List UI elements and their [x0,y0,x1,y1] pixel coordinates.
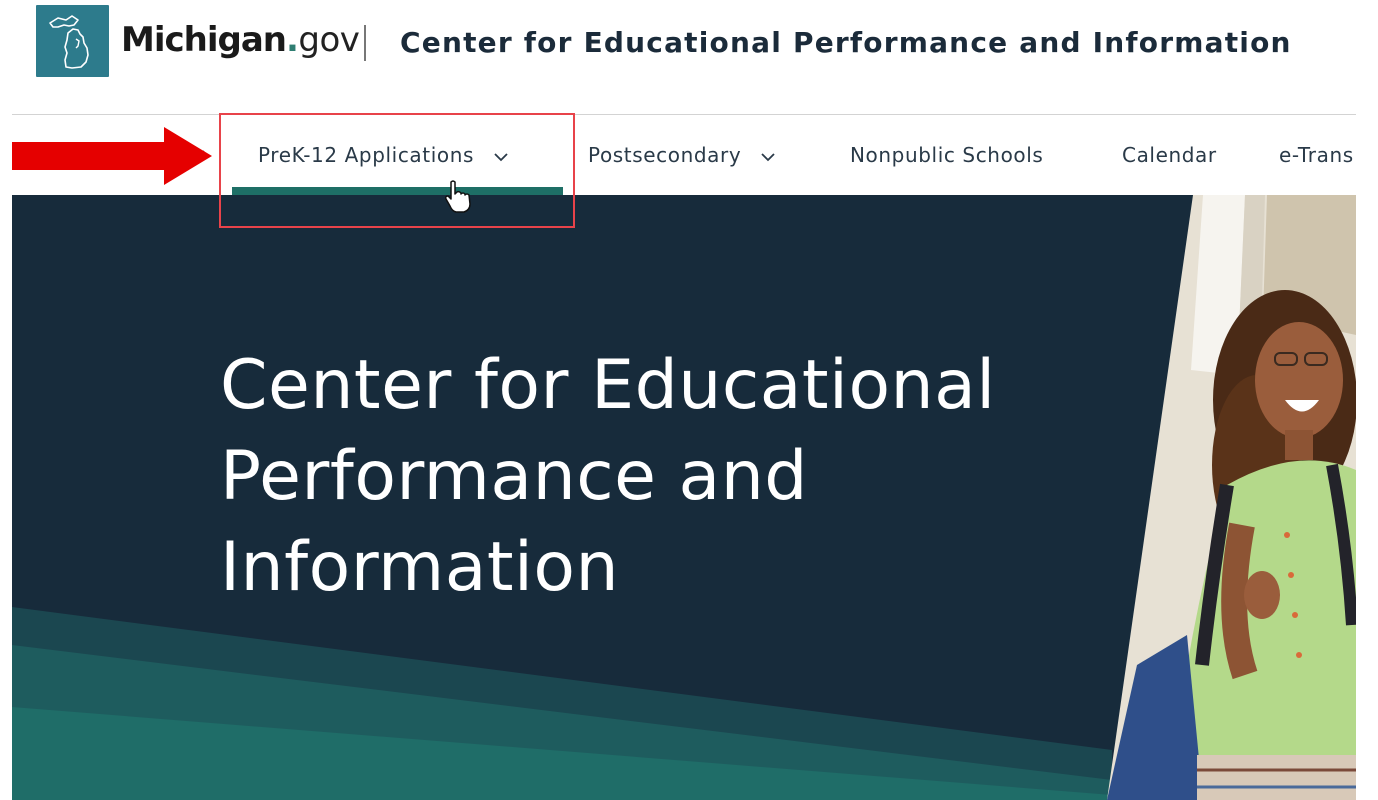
nav-item-calendar[interactable]: Calendar [1122,141,1217,169]
nav-item-postsecondary[interactable]: Postsecondary [588,141,776,169]
hero-title-line: Information [220,528,620,607]
nav-item-label: PreK-12 Applications [258,143,475,167]
nav-item-nonpublic-schools[interactable]: Nonpublic Schools [850,141,1043,169]
hero-title-line: Performance and [220,437,808,516]
michigan-logo[interactable] [36,5,109,77]
nav-item-label: e-Trans [1279,143,1354,167]
michigan-gov-wordmark[interactable]: Michigan.gov [121,17,360,63]
nav-active-indicator [232,187,563,195]
nav-item-e-transcript[interactable]: e-Trans [1279,141,1356,169]
nav-item-label: Postsecondary [588,143,742,167]
nav-item-prek-12-applications[interactable]: PreK-12 Applications [258,141,509,169]
michigan-state-outline-icon [49,15,89,69]
chevron-down-icon [494,152,508,161]
header-divider [364,25,366,61]
brand-dot: . [286,20,299,60]
hero-banner: Center for Educational Performance and I… [12,195,1356,800]
student-photo [1107,195,1356,800]
hero-title: Center for Educational Performance and I… [220,340,1120,613]
red-arrow-annotation-icon [12,127,212,185]
hero-title-line: Center for Educational [220,346,996,425]
brand-tld: gov [298,20,360,60]
page: Michigan.gov Center for Educational Perf… [0,0,1378,800]
nav-item-label: Calendar [1122,143,1217,167]
chevron-down-icon [761,152,775,161]
site-header: Michigan.gov Center for Educational Perf… [0,0,1378,114]
brand-main: Michigan [121,20,287,60]
nav-item-label: Nonpublic Schools [850,143,1044,167]
site-title[interactable]: Center for Educational Performance and I… [400,23,1292,63]
hand-pointer-cursor-icon [445,180,471,213]
